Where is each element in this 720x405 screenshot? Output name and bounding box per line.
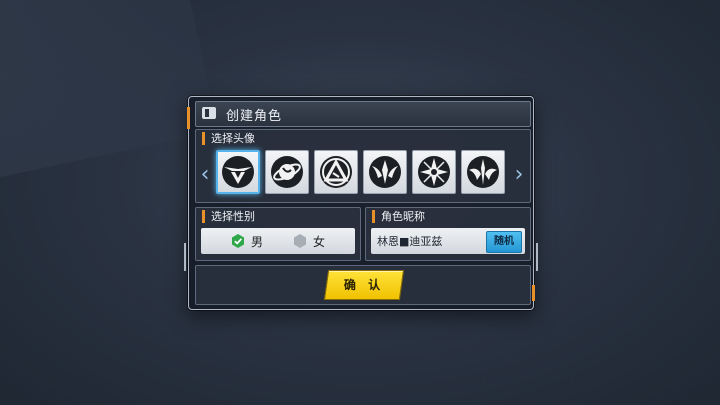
dialog-bracket-left [184, 243, 192, 271]
star-spike-emblem-icon [418, 156, 450, 188]
nickname-box: 随机 [371, 228, 525, 254]
nickname-section: 角色昵称 随机 [365, 207, 531, 261]
avatar-list [216, 150, 505, 196]
gender-female-label: 女 [313, 235, 326, 249]
horned-crest-emblem-icon [369, 156, 401, 188]
avatar-section-label: 选择头像 [202, 132, 255, 145]
check-shield-icon [232, 234, 244, 248]
background-light-streak [0, 0, 218, 185]
dialog-accent-right [532, 285, 535, 301]
dialog-title-bar: 创建角色 [195, 101, 531, 127]
gender-section-label: 选择性别 [202, 210, 255, 223]
avatar-option-3[interactable] [314, 150, 358, 194]
confirm-button[interactable]: 确 认 [323, 270, 405, 300]
triangle-circle-emblem-icon [320, 156, 352, 188]
chevron-right-icon[interactable]: › [512, 164, 526, 186]
chevron-left-icon[interactable]: ‹ [198, 164, 212, 186]
dialog-bracket-right [530, 243, 538, 271]
nickname-input[interactable] [377, 233, 481, 249]
card-icon [202, 107, 216, 119]
dialog-title: 创建角色 [226, 109, 283, 124]
avatar-option-2[interactable] [265, 150, 309, 194]
avatar-option-1[interactable] [216, 150, 260, 194]
gender-section: 选择性别 男 女 [195, 207, 361, 261]
gender-selector: 男 女 [201, 228, 355, 254]
hexagon-unchecked-icon [294, 234, 306, 248]
gender-male-label: 男 [251, 235, 264, 249]
avatar-option-5[interactable] [412, 150, 456, 194]
nickname-section-label: 角色昵称 [372, 210, 425, 223]
random-name-button[interactable]: 随机 [486, 231, 522, 253]
avatar-section: 选择头像 ‹ › [195, 129, 531, 203]
create-character-dialog: 创建角色 选择头像 ‹ › 选择性别 男 女 角色昵称 林恩■迪亚兹 随机 确 … [184, 96, 538, 310]
confirm-button-label: 确 认 [343, 278, 385, 292]
avatar-option-4[interactable] [363, 150, 407, 194]
trident-wing-emblem-icon [467, 156, 499, 188]
winged-v-emblem-icon [222, 156, 254, 188]
globe-ring-emblem-icon [271, 156, 303, 188]
confirm-section: 确 认 [195, 265, 531, 305]
dialog-accent-left [187, 107, 190, 129]
avatar-option-6[interactable] [461, 150, 505, 194]
